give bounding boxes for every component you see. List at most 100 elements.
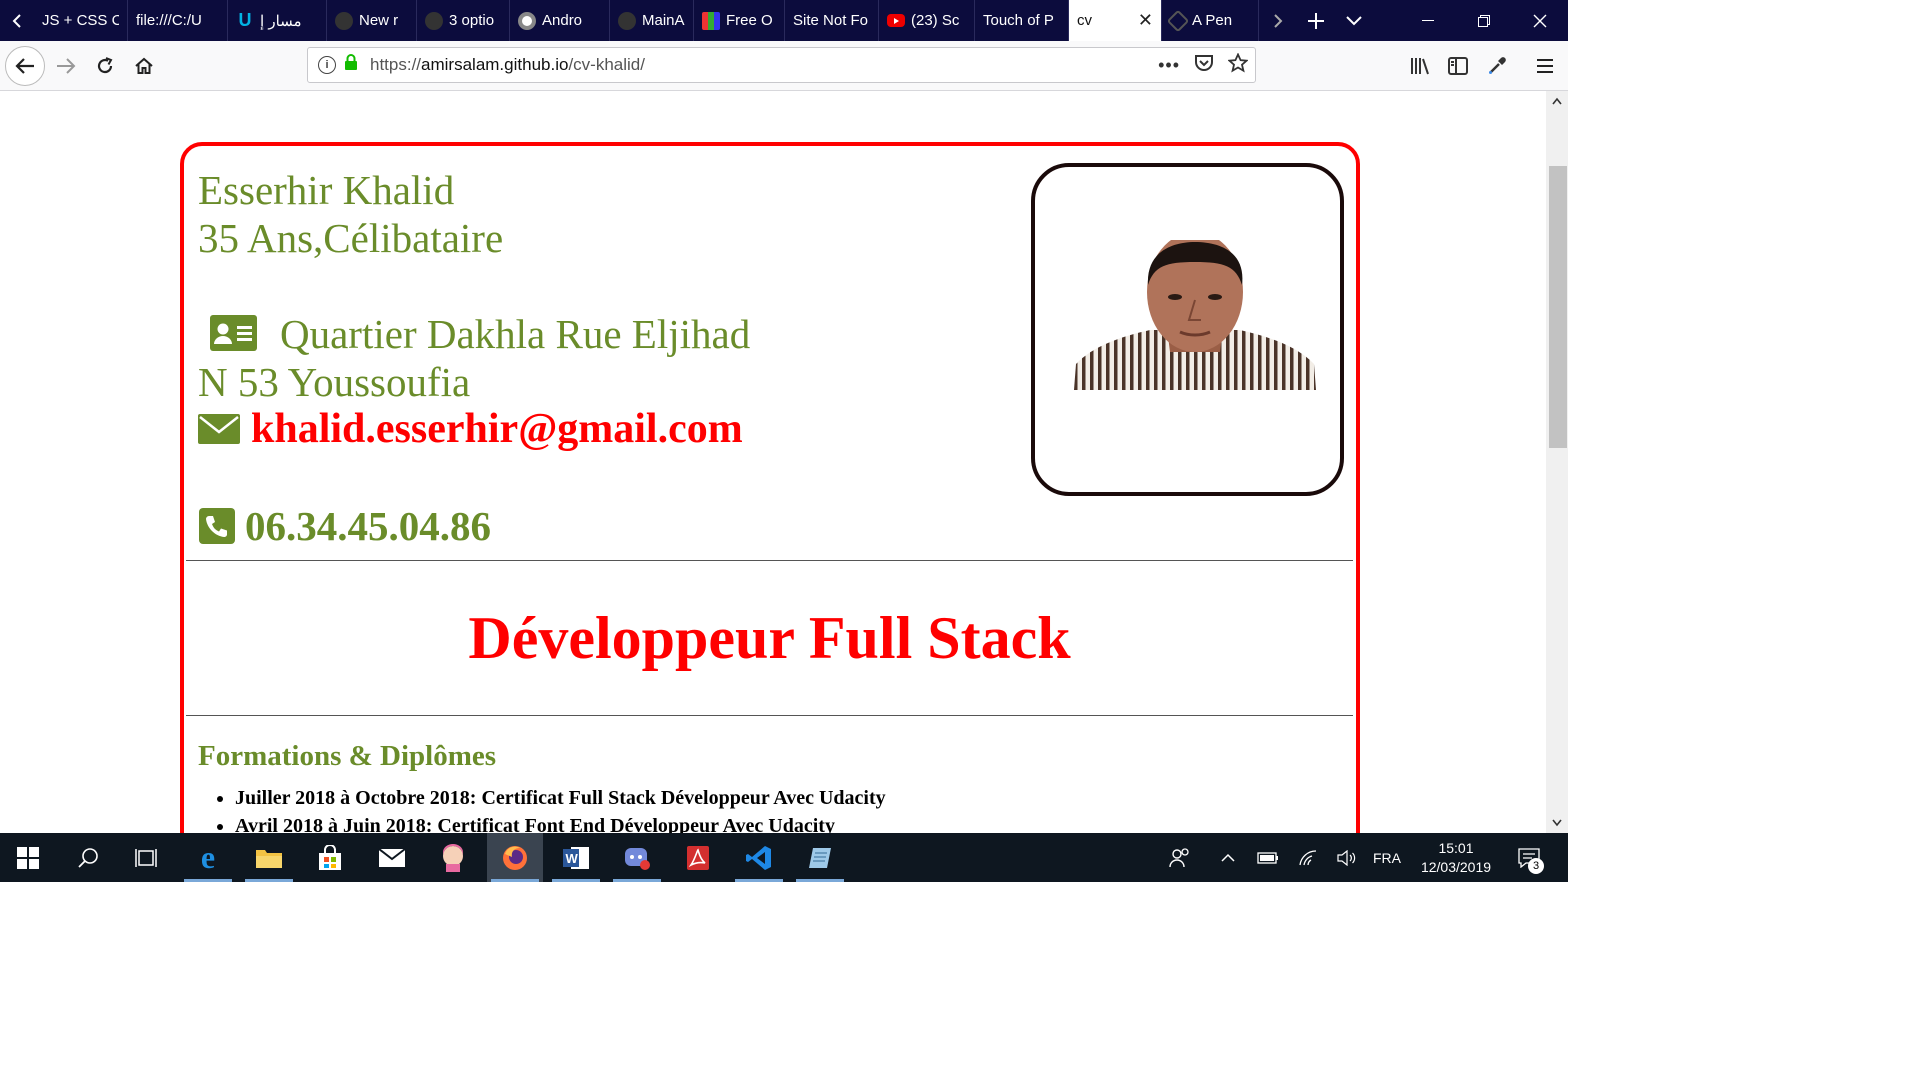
reload-icon bbox=[97, 57, 113, 74]
eyedropper-icon bbox=[1489, 57, 1506, 74]
new-tab-button[interactable] bbox=[1297, 0, 1335, 41]
action-center-button[interactable]: 3 bbox=[1512, 833, 1546, 882]
pdf-icon bbox=[687, 845, 709, 870]
browser-tab[interactable]: U مسار إ bbox=[228, 0, 327, 41]
close-icon bbox=[1533, 14, 1547, 27]
browser-tab[interactable]: MainA bbox=[610, 0, 694, 41]
scroll-down-arrow-icon[interactable] bbox=[1552, 819, 1562, 827]
home-button[interactable] bbox=[126, 48, 162, 84]
browser-tab[interactable]: Andro bbox=[510, 0, 610, 41]
tab-label: 3 optio bbox=[449, 12, 495, 29]
task-view-button[interactable] bbox=[119, 833, 175, 882]
vscode-taskbar-button[interactable] bbox=[731, 833, 787, 882]
mail-icon bbox=[378, 847, 406, 867]
reload-button[interactable] bbox=[87, 48, 123, 84]
browser-tab[interactable]: Touch of P bbox=[975, 0, 1069, 41]
show-hidden-icons-button[interactable] bbox=[1213, 833, 1243, 882]
tabs-scroll-right-button[interactable] bbox=[1259, 0, 1297, 41]
firefox-taskbar-button[interactable] bbox=[487, 833, 543, 882]
wifi-icon bbox=[1299, 849, 1317, 865]
udacity-icon: U bbox=[238, 10, 252, 30]
people-icon bbox=[1169, 847, 1189, 867]
browser-tab[interactable]: A Pen bbox=[1162, 0, 1259, 41]
back-button[interactable] bbox=[5, 46, 45, 86]
close-window-button[interactable] bbox=[1512, 0, 1568, 41]
browser-tab[interactable]: JS + CSS C bbox=[34, 0, 128, 41]
browser-tab[interactable]: New r bbox=[327, 0, 417, 41]
url-text: https://amirsalam.github.io/cv-khalid/ bbox=[370, 55, 645, 75]
acrobat-taskbar-button[interactable] bbox=[670, 833, 726, 882]
volume-indicator[interactable] bbox=[1332, 833, 1362, 882]
menu-button[interactable] bbox=[1527, 48, 1563, 84]
start-button[interactable] bbox=[0, 833, 56, 882]
list-all-tabs-button[interactable] bbox=[1335, 0, 1373, 41]
tab-strip: JS + CSS C file:///C:/U U مسار إ New r 3… bbox=[0, 0, 1568, 41]
url-scheme: https:// bbox=[370, 55, 422, 74]
info-icon[interactable]: i bbox=[318, 56, 336, 74]
minimize-button[interactable] bbox=[1400, 0, 1456, 41]
tab-label: cv bbox=[1077, 12, 1092, 29]
cv-phone: 06.34.45.04.86 bbox=[245, 503, 491, 549]
word-taskbar-button[interactable]: W bbox=[548, 833, 604, 882]
tab-label: Touch of P bbox=[983, 12, 1054, 29]
cv-email[interactable]: khalid.esserhir@gmail.com bbox=[251, 405, 743, 453]
discord-taskbar-button[interactable] bbox=[609, 833, 665, 882]
scroll-up-arrow-icon[interactable] bbox=[1552, 97, 1562, 105]
url-host: amirsalam.github.io bbox=[421, 55, 569, 74]
edge-icon: e bbox=[200, 839, 216, 875]
chevron-left-icon bbox=[12, 13, 21, 28]
app-character-taskbar-button[interactable] bbox=[425, 833, 481, 882]
scrollbar-thumb[interactable] bbox=[1549, 166, 1567, 448]
restore-button[interactable] bbox=[1456, 0, 1512, 41]
browser-tab[interactable]: (23) Sc bbox=[879, 0, 975, 41]
url-bar[interactable]: i https://amirsalam.github.io/cv-khalid/… bbox=[307, 47, 1256, 83]
file-explorer-taskbar-button[interactable] bbox=[241, 833, 297, 882]
divider-top bbox=[186, 560, 1353, 561]
github-icon bbox=[618, 11, 636, 30]
section-formations-heading: Formations & Diplômes bbox=[198, 740, 497, 772]
windows-logo-icon bbox=[17, 846, 39, 869]
minimize-icon bbox=[1422, 19, 1434, 21]
tab-label: New r bbox=[359, 12, 399, 29]
browser-tab[interactable]: file:///C:/U bbox=[128, 0, 228, 41]
clock-time: 15:01 bbox=[1438, 839, 1474, 856]
browser-tab[interactable]: Site Not Fo bbox=[785, 0, 879, 41]
lock-icon[interactable] bbox=[344, 54, 358, 76]
clock[interactable]: 15:01 12/03/2019 bbox=[1414, 833, 1498, 882]
sidebar-button[interactable] bbox=[1440, 48, 1476, 84]
tab-label: A Pen bbox=[1192, 12, 1233, 29]
search-icon bbox=[78, 847, 98, 868]
chevron-right-icon bbox=[1274, 13, 1283, 28]
browser-tab[interactable]: Free O bbox=[694, 0, 785, 41]
restore-icon bbox=[1478, 14, 1490, 27]
sidebar-icon bbox=[1448, 57, 1468, 75]
url-path: /cv-khalid/ bbox=[568, 55, 645, 74]
network-indicator[interactable] bbox=[1293, 833, 1323, 882]
notes-taskbar-button[interactable] bbox=[792, 833, 848, 882]
forward-button[interactable] bbox=[48, 48, 84, 84]
tab-label: Site Not Fo bbox=[793, 12, 869, 29]
pocket-icon[interactable] bbox=[1194, 54, 1214, 77]
tab-label: (23) Sc bbox=[911, 12, 960, 29]
library-button[interactable] bbox=[1402, 48, 1438, 84]
input-language[interactable]: FRA bbox=[1370, 833, 1404, 882]
tabs-scroll-left-button[interactable] bbox=[0, 0, 34, 41]
tab-label: Free O bbox=[726, 12, 773, 29]
page-actions-icon[interactable]: ••• bbox=[1158, 55, 1180, 76]
bookmark-star-icon[interactable] bbox=[1227, 51, 1249, 78]
mail-taskbar-button[interactable] bbox=[364, 833, 420, 882]
battery-icon bbox=[1257, 851, 1278, 864]
divider-bottom bbox=[186, 715, 1353, 716]
search-button[interactable] bbox=[60, 833, 116, 882]
edge-taskbar-button[interactable]: e bbox=[180, 833, 236, 882]
eyedropper-button[interactable] bbox=[1479, 48, 1515, 84]
formations-list: Juiller 2018 à Octobre 2018: Certificat … bbox=[195, 784, 886, 840]
browser-tab[interactable]: 3 optio bbox=[417, 0, 510, 41]
plus-icon bbox=[1308, 12, 1324, 29]
close-tab-icon[interactable]: ✕ bbox=[1138, 10, 1153, 31]
people-button[interactable] bbox=[1163, 833, 1197, 882]
library-icon bbox=[1411, 58, 1429, 75]
browser-tab-active[interactable]: cv ✕ bbox=[1069, 0, 1162, 41]
store-taskbar-button[interactable] bbox=[302, 833, 358, 882]
battery-indicator[interactable] bbox=[1253, 833, 1283, 882]
